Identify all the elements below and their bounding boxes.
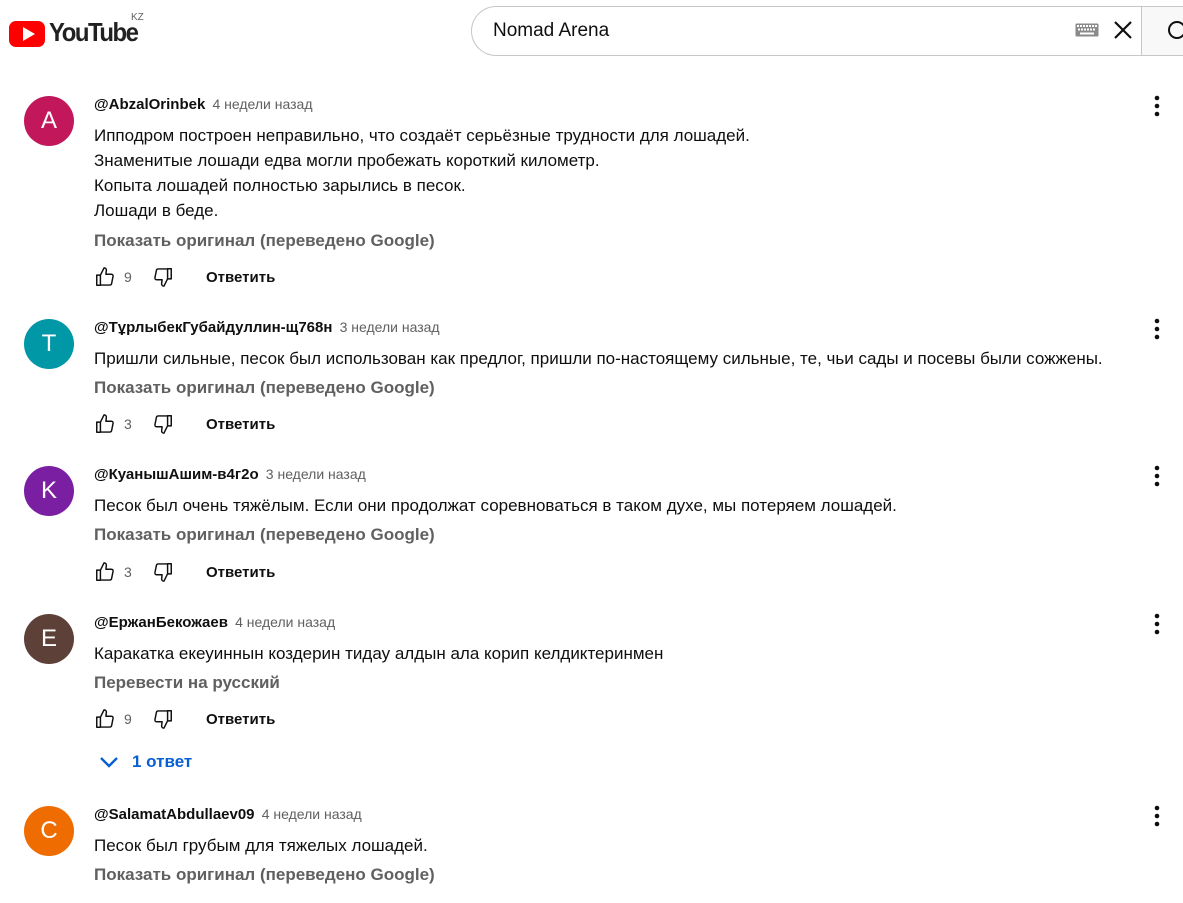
- comment-actions: 9 Ответить: [94, 707, 275, 731]
- dislike-icon[interactable]: [152, 708, 174, 730]
- more-actions-icon[interactable]: [1146, 804, 1168, 828]
- show-original-link[interactable]: Показать оригинал (переведено Google): [94, 378, 435, 398]
- search-input[interactable]: Nomad Arena: [471, 6, 1142, 56]
- comment-text: Песок был грубым для тяжелых лошадей.: [94, 836, 428, 855]
- avatar[interactable]: C: [24, 806, 74, 856]
- youtube-play-icon: [9, 21, 45, 47]
- more-actions-icon[interactable]: [1146, 94, 1168, 118]
- keyboard-icon[interactable]: [1075, 23, 1099, 37]
- logo-wordmark: YouTube: [49, 17, 139, 47]
- more-actions-icon[interactable]: [1146, 464, 1168, 488]
- reply-button[interactable]: Ответить: [206, 416, 275, 433]
- like-count: 3: [124, 416, 132, 432]
- comment-actions: 9 Ответить: [94, 265, 275, 289]
- like-icon[interactable]: [94, 561, 116, 583]
- chevron-down-icon: [100, 757, 118, 768]
- like-icon[interactable]: [94, 266, 116, 288]
- search-button[interactable]: [1141, 6, 1183, 56]
- comment-time[interactable]: 4 недели назад: [235, 614, 335, 630]
- avatar[interactable]: T: [24, 319, 74, 369]
- comment-time[interactable]: 4 недели назад: [213, 96, 313, 112]
- comment-actions: 3 Ответить: [94, 412, 275, 436]
- like-icon[interactable]: [94, 413, 116, 435]
- show-original-link[interactable]: Показать оригинал (переведено Google): [94, 865, 435, 885]
- like-icon[interactable]: [94, 708, 116, 730]
- comment-text: Каракатка екеуиннын коздерин тидау алдын…: [94, 644, 664, 663]
- like-count: 9: [124, 269, 132, 285]
- reply-button[interactable]: Ответить: [206, 269, 275, 286]
- youtube-logo[interactable]: YouTube KZ: [9, 12, 145, 52]
- dislike-icon[interactable]: [152, 266, 174, 288]
- comment-text: Пришли сильные, песок был использован ка…: [94, 349, 1103, 368]
- comment-text: Песок был очень тяжёлым. Если они продол…: [94, 496, 897, 515]
- show-original-link[interactable]: Показать оригинал (переведено Google): [94, 231, 435, 251]
- translate-link[interactable]: Перевести на русский: [94, 673, 280, 693]
- comment-text: Ипподром построен неправильно, что созда…: [94, 126, 750, 220]
- like-count: 9: [124, 711, 132, 727]
- comment-time[interactable]: 3 недели назад: [340, 319, 440, 335]
- like-count: 3: [124, 564, 132, 580]
- comment-author[interactable]: @AbzalOrinbek: [94, 96, 205, 113]
- comment-actions: 3 Ответить: [94, 560, 275, 584]
- comment-author[interactable]: @ТұрлыбекГубайдуллин-щ768н: [94, 319, 332, 336]
- show-original-link[interactable]: Показать оригинал (переведено Google): [94, 525, 435, 545]
- avatar[interactable]: A: [24, 96, 74, 146]
- avatar[interactable]: K: [24, 466, 74, 516]
- avatar[interactable]: E: [24, 614, 74, 664]
- show-replies-button[interactable]: 1 ответ: [98, 752, 192, 772]
- clear-search-icon[interactable]: [1112, 19, 1134, 41]
- dislike-icon[interactable]: [152, 561, 174, 583]
- more-actions-icon[interactable]: [1146, 612, 1168, 636]
- search-input-value[interactable]: Nomad Arena: [493, 20, 1142, 42]
- comment-author[interactable]: @КуанышАшим-в4г2о: [94, 466, 259, 483]
- search-icon: [1168, 21, 1183, 39]
- reply-button[interactable]: Ответить: [206, 564, 275, 581]
- reply-button[interactable]: Ответить: [206, 711, 275, 728]
- dislike-icon[interactable]: [152, 413, 174, 435]
- comment-time[interactable]: 4 недели назад: [262, 806, 362, 822]
- comment-author[interactable]: @SalamatAbdullaev09: [94, 806, 255, 823]
- comment-author[interactable]: @ЕржанБекожаев: [94, 614, 228, 631]
- more-actions-icon[interactable]: [1146, 317, 1168, 341]
- replies-count: 1 ответ: [132, 752, 193, 771]
- comment-time[interactable]: 3 недели назад: [266, 466, 366, 482]
- country-code: KZ: [131, 12, 144, 23]
